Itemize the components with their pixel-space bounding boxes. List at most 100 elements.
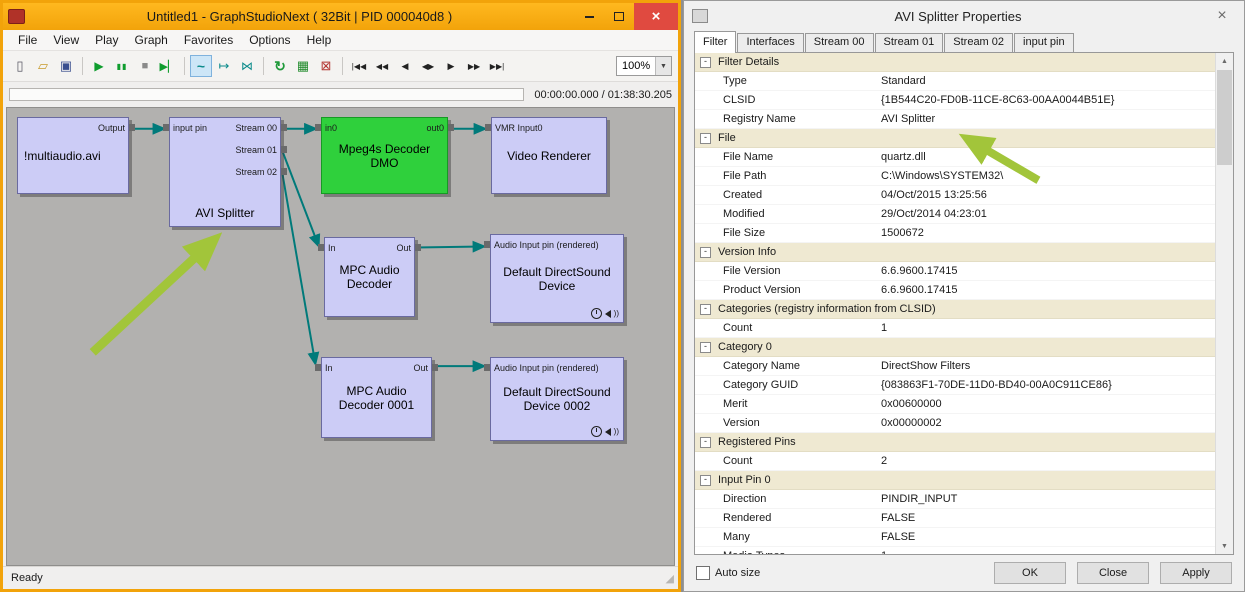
property-row[interactable]: ManyFALSE — [695, 528, 1216, 547]
pin-in[interactable]: In — [328, 243, 336, 253]
maximize-button[interactable] — [604, 3, 634, 30]
filter-mpc-audio-decoder-0001[interactable]: InOutMPC Audio Decoder 0001 — [321, 357, 432, 438]
collapse-icon[interactable]: - — [700, 475, 711, 486]
property-row[interactable]: Category NameDirectShow Filters — [695, 357, 1216, 376]
frame-back-icon[interactable] — [394, 55, 416, 77]
property-row[interactable]: Registry NameAVI Splitter — [695, 110, 1216, 129]
connect-intelligent-icon[interactable] — [190, 55, 212, 77]
pin-stream-00[interactable]: Stream 00 — [235, 123, 277, 133]
graph-canvas[interactable]: Output!multiaudio.aviinput pinStream 00S… — [6, 107, 675, 566]
collapse-icon[interactable]: - — [700, 57, 711, 68]
property-row[interactable]: Count2 — [695, 452, 1216, 471]
menu-item-options[interactable]: Options — [242, 31, 297, 49]
pin-audio-input-pin-rendered[interactable]: Audio Input pin (rendered) — [494, 363, 599, 373]
disconnect-icon[interactable] — [236, 55, 258, 77]
property-row[interactable]: Created04/Oct/2015 13:25:56 — [695, 186, 1216, 205]
delete-filter-icon[interactable] — [315, 55, 337, 77]
connection-line[interactable] — [416, 246, 483, 247]
property-row[interactable]: Modified29/Oct/2014 04:23:01 — [695, 205, 1216, 224]
refresh-icon[interactable] — [269, 55, 291, 77]
section-header-version-info[interactable]: -Version Info — [695, 243, 1216, 262]
property-row[interactable]: Media Types1 — [695, 547, 1216, 555]
property-row[interactable]: TypeStandard — [695, 72, 1216, 91]
scroll-up-arrow[interactable] — [1216, 53, 1233, 69]
pin-out[interactable]: Out — [396, 243, 411, 253]
tab-interfaces[interactable]: Interfaces — [737, 33, 803, 52]
dialog-titlebar[interactable]: AVI Splitter Properties — [684, 1, 1244, 31]
pin-in0[interactable]: in0 — [325, 123, 337, 133]
property-row[interactable]: DirectionPINDIR_INPUT — [695, 490, 1216, 509]
tab-stream-02[interactable]: Stream 02 — [944, 33, 1013, 52]
main-titlebar[interactable]: Untitled1 - GraphStudioNext ( 32Bit | PI… — [3, 3, 678, 30]
dialog-close-button[interactable] — [1208, 5, 1236, 27]
play-icon[interactable] — [88, 55, 110, 77]
filter-default-directsound-device[interactable]: Audio Input pin (rendered)Default Direct… — [490, 234, 624, 323]
menu-item-play[interactable]: Play — [88, 31, 125, 49]
seek-end-icon[interactable] — [486, 55, 508, 77]
menu-item-view[interactable]: View — [46, 31, 86, 49]
scroll-thumb[interactable] — [1217, 70, 1232, 165]
filter-avi-splitter[interactable]: input pinStream 00Stream 01Stream 02AVI … — [169, 117, 281, 227]
tab-stream-00[interactable]: Stream 00 — [805, 33, 874, 52]
property-row[interactable]: Version0x00000002 — [695, 414, 1216, 433]
pin-out[interactable]: Out — [413, 363, 428, 373]
auto-size-checkbox[interactable]: Auto size — [696, 566, 760, 580]
menu-item-graph[interactable]: Graph — [127, 31, 174, 49]
connection-line[interactable] — [282, 151, 318, 245]
property-row[interactable]: Product Version6.6.9600.17415 — [695, 281, 1216, 300]
seek-bar[interactable] — [9, 88, 524, 101]
section-header-registered-pins[interactable]: -Registered Pins — [695, 433, 1216, 452]
apply-button[interactable]: Apply — [1160, 562, 1232, 584]
collapse-icon[interactable]: - — [700, 342, 711, 353]
collapse-icon[interactable]: - — [700, 304, 711, 315]
section-header-categories-registry-information-from-clsid[interactable]: -Categories (registry information from C… — [695, 300, 1216, 319]
pin-in[interactable]: In — [325, 363, 333, 373]
pin-input-pin[interactable]: input pin — [173, 123, 207, 133]
section-header-input-pin-0[interactable]: -Input Pin 0 — [695, 471, 1216, 490]
resize-grip[interactable] — [666, 572, 674, 585]
checkbox-box[interactable] — [696, 566, 710, 580]
close-dialog-button[interactable]: Close — [1077, 562, 1149, 584]
property-row[interactable]: RenderedFALSE — [695, 509, 1216, 528]
property-row[interactable]: File Namequartz.dll — [695, 148, 1216, 167]
property-row[interactable]: Category GUID{083863F1-70DE-11D0-BD40-00… — [695, 376, 1216, 395]
ok-button[interactable]: OK — [994, 562, 1066, 584]
tab-filter[interactable]: Filter — [694, 31, 736, 53]
new-file-icon[interactable] — [9, 55, 31, 77]
vertical-scrollbar[interactable] — [1215, 53, 1233, 554]
pin-stream-02[interactable]: Stream 02 — [235, 167, 277, 177]
section-header-file[interactable]: -File — [695, 129, 1216, 148]
chevron-down-icon[interactable] — [655, 57, 671, 75]
property-row[interactable]: Merit0x00600000 — [695, 395, 1216, 414]
frame-forward-icon[interactable] — [440, 55, 462, 77]
seek-backward-icon[interactable] — [371, 55, 393, 77]
connection-line[interactable] — [282, 172, 315, 362]
pin-out0[interactable]: out0 — [426, 123, 444, 133]
stop-icon[interactable] — [134, 55, 156, 77]
menu-item-help[interactable]: Help — [300, 31, 339, 49]
filter-mpeg4s-decoder-dmo[interactable]: in0out0Mpeg4s Decoder DMO — [321, 117, 448, 194]
collapse-icon[interactable]: - — [700, 247, 711, 258]
close-button[interactable] — [634, 3, 678, 30]
property-row[interactable]: File PathC:\Windows\SYSTEM32\ — [695, 167, 1216, 186]
save-file-icon[interactable] — [55, 55, 77, 77]
property-row[interactable]: File Size1500672 — [695, 224, 1216, 243]
property-row[interactable]: CLSID{1B544C20-FD0B-11CE-8C63-00AA0044B5… — [695, 91, 1216, 110]
collapse-icon[interactable]: - — [700, 133, 711, 144]
seek-forward-icon[interactable] — [463, 55, 485, 77]
scroll-down-arrow[interactable] — [1216, 538, 1233, 554]
seek-start-icon[interactable] — [348, 55, 370, 77]
tab-stream-01[interactable]: Stream 01 — [875, 33, 944, 52]
menu-item-file[interactable]: File — [11, 31, 44, 49]
filter-video-renderer[interactable]: VMR Input0Video Renderer — [491, 117, 607, 194]
pin-audio-input-pin-rendered[interactable]: Audio Input pin (rendered) — [494, 240, 599, 250]
menu-item-favorites[interactable]: Favorites — [177, 31, 240, 49]
filter-default-directsound-device-0002[interactable]: Audio Input pin (rendered)Default Direct… — [490, 357, 624, 441]
property-row[interactable]: Count1 — [695, 319, 1216, 338]
property-row[interactable]: File Version6.6.9600.17415 — [695, 262, 1216, 281]
pause-icon[interactable] — [111, 55, 133, 77]
open-file-icon[interactable] — [32, 55, 54, 77]
zoom-select[interactable]: 100% — [616, 56, 672, 76]
tab-input-pin[interactable]: input pin — [1014, 33, 1074, 52]
filter-mpc-audio-decoder[interactable]: InOutMPC Audio Decoder — [324, 237, 415, 317]
